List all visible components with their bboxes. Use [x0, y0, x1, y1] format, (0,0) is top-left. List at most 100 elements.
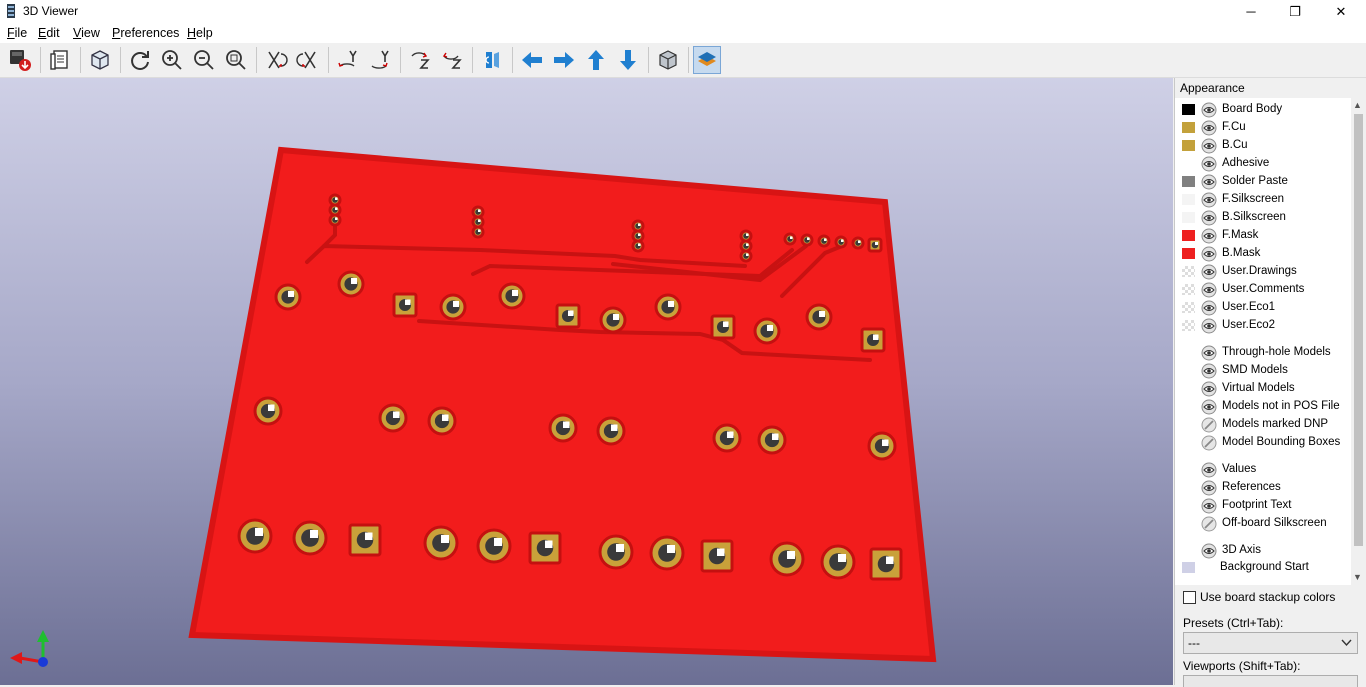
pan-down-button[interactable]: [614, 46, 642, 74]
flip-board-button[interactable]: [478, 46, 506, 74]
layer-row-solder-paste[interactable]: Solder Paste: [1175, 173, 1351, 191]
eye-icon[interactable]: [1201, 480, 1217, 496]
layer-row-f-mask[interactable]: F.Mask: [1175, 227, 1351, 245]
close-button[interactable]: ✕: [1318, 0, 1364, 23]
viewports-dropdown[interactable]: [1183, 675, 1358, 687]
eye-icon[interactable]: [1201, 156, 1217, 172]
rotate-z-cw-button[interactable]: [406, 46, 434, 74]
color-swatch[interactable]: [1182, 140, 1195, 151]
layer-row-user-eco2[interactable]: User.Eco2: [1175, 317, 1351, 335]
menu-help[interactable]: Help: [187, 26, 213, 40]
layer-row-3d-axis[interactable]: 3D Axis: [1175, 542, 1351, 560]
layer-row-user-comments[interactable]: User.Comments: [1175, 281, 1351, 299]
export-image-button[interactable]: [6, 46, 34, 74]
layer-row-models-not-in-pos-file[interactable]: Models not in POS File: [1175, 398, 1351, 416]
layer-row-user-eco1[interactable]: User.Eco1: [1175, 299, 1351, 317]
color-swatch[interactable]: [1182, 320, 1195, 331]
layer-row-models-marked-dnp[interactable]: Models marked DNP: [1175, 416, 1351, 434]
layer-list-scrollbar[interactable]: ▲ ▼: [1351, 98, 1366, 585]
layer-row-board-body[interactable]: Board Body: [1175, 101, 1351, 119]
layer-row-through-hole-models[interactable]: Through-hole Models: [1175, 344, 1351, 362]
layer-row-f-silkscreen[interactable]: F.Silkscreen: [1175, 191, 1351, 209]
pan-right-button[interactable]: [550, 46, 578, 74]
menu-view[interactable]: View: [73, 26, 100, 40]
rotate-x-cw-button[interactable]: [262, 46, 290, 74]
presets-dropdown[interactable]: ---: [1183, 632, 1358, 654]
layer-row-footprint-text[interactable]: Footprint Text: [1175, 497, 1351, 515]
color-swatch[interactable]: [1182, 284, 1195, 295]
rotate-z-ccw-button[interactable]: [438, 46, 466, 74]
eye-icon[interactable]: [1201, 318, 1217, 334]
toggle-orthographic-button[interactable]: [654, 46, 682, 74]
layer-row-b-silkscreen[interactable]: B.Silkscreen: [1175, 209, 1351, 227]
minimize-button[interactable]: ─: [1228, 0, 1274, 23]
eye-icon[interactable]: [1201, 174, 1217, 190]
eye-icon[interactable]: [1201, 399, 1217, 415]
eye-icon[interactable]: [1201, 345, 1217, 361]
layer-row-b-cu[interactable]: B.Cu: [1175, 137, 1351, 155]
eye-icon[interactable]: [1201, 381, 1217, 397]
menu-preferences[interactable]: Preferences: [112, 26, 179, 40]
layer-row-off-board-silkscreen[interactable]: Off-board Silkscreen: [1175, 515, 1351, 533]
color-swatch[interactable]: [1182, 562, 1195, 573]
scrollbar-thumb[interactable]: [1354, 114, 1363, 546]
layer-row-values[interactable]: Values: [1175, 461, 1351, 479]
eye-hidden-icon[interactable]: [1201, 417, 1217, 433]
eye-hidden-icon[interactable]: [1201, 516, 1217, 532]
zoom-in-button[interactable]: [158, 46, 186, 74]
eye-icon[interactable]: [1201, 210, 1217, 226]
color-swatch[interactable]: [1182, 176, 1195, 187]
eye-icon[interactable]: [1201, 282, 1217, 298]
scroll-up-arrow[interactable]: ▲: [1353, 100, 1362, 110]
eye-icon[interactable]: [1201, 246, 1217, 262]
restore-button[interactable]: ❐: [1272, 0, 1318, 23]
color-swatch[interactable]: [1182, 122, 1195, 133]
eye-icon[interactable]: [1201, 363, 1217, 379]
pan-left-button[interactable]: [518, 46, 546, 74]
color-swatch[interactable]: [1182, 266, 1195, 277]
color-swatch[interactable]: [1182, 212, 1195, 223]
eye-icon[interactable]: [1201, 264, 1217, 280]
eye-icon[interactable]: [1201, 498, 1217, 514]
color-swatch[interactable]: [1182, 230, 1195, 241]
rotate-y-ccw-button[interactable]: [366, 46, 394, 74]
layer-row-background-start[interactable]: Background Start: [1175, 559, 1351, 577]
reload-board-button[interactable]: [126, 46, 154, 74]
rotate-y-cw-button[interactable]: [334, 46, 362, 74]
layer-row-references[interactable]: References: [1175, 479, 1351, 497]
eye-icon[interactable]: [1201, 228, 1217, 244]
3d-viewport[interactable]: [0, 78, 1173, 685]
eye-icon[interactable]: [1201, 102, 1217, 118]
menu-file[interactable]: File: [7, 26, 27, 40]
color-swatch[interactable]: [1182, 248, 1195, 259]
eye-icon[interactable]: [1201, 192, 1217, 208]
scroll-down-arrow[interactable]: ▼: [1353, 572, 1362, 582]
color-swatch[interactable]: [1182, 104, 1195, 115]
zoom-out-button[interactable]: [190, 46, 218, 74]
layer-row-virtual-models[interactable]: Virtual Models: [1175, 380, 1351, 398]
layer-row-user-drawings[interactable]: User.Drawings: [1175, 263, 1351, 281]
eye-icon[interactable]: [1201, 462, 1217, 478]
eye-hidden-icon[interactable]: [1201, 435, 1217, 451]
layer-row-model-bounding-boxes[interactable]: Model Bounding Boxes: [1175, 434, 1351, 452]
layer-row-b-mask[interactable]: B.Mask: [1175, 245, 1351, 263]
pan-up-button[interactable]: [582, 46, 610, 74]
eye-icon[interactable]: [1201, 543, 1217, 559]
eye-icon[interactable]: [1201, 120, 1217, 136]
layer-row-f-cu[interactable]: F.Cu: [1175, 119, 1351, 137]
copy-to-clipboard-button[interactable]: [46, 46, 74, 74]
rotate-x-ccw-button[interactable]: [294, 46, 322, 74]
eye-icon[interactable]: [1201, 138, 1217, 154]
color-swatch[interactable]: [1182, 194, 1195, 205]
render-options-button[interactable]: [86, 46, 114, 74]
color-swatch[interactable]: [1182, 302, 1195, 313]
checkbox-box[interactable]: [1183, 591, 1196, 604]
zoom-fit-button[interactable]: [222, 46, 250, 74]
layer-label: Off-board Silkscreen: [1222, 517, 1327, 529]
menu-edit[interactable]: Edit: [38, 26, 60, 40]
toggle-appearance-panel-button[interactable]: [693, 46, 721, 74]
layer-row-smd-models[interactable]: SMD Models: [1175, 362, 1351, 380]
layer-row-adhesive[interactable]: Adhesive: [1175, 155, 1351, 173]
eye-icon[interactable]: [1201, 300, 1217, 316]
layer-list[interactable]: Board Body F.Cu B.Cu Adhesive Solder Paste F.…: [1175, 98, 1351, 585]
